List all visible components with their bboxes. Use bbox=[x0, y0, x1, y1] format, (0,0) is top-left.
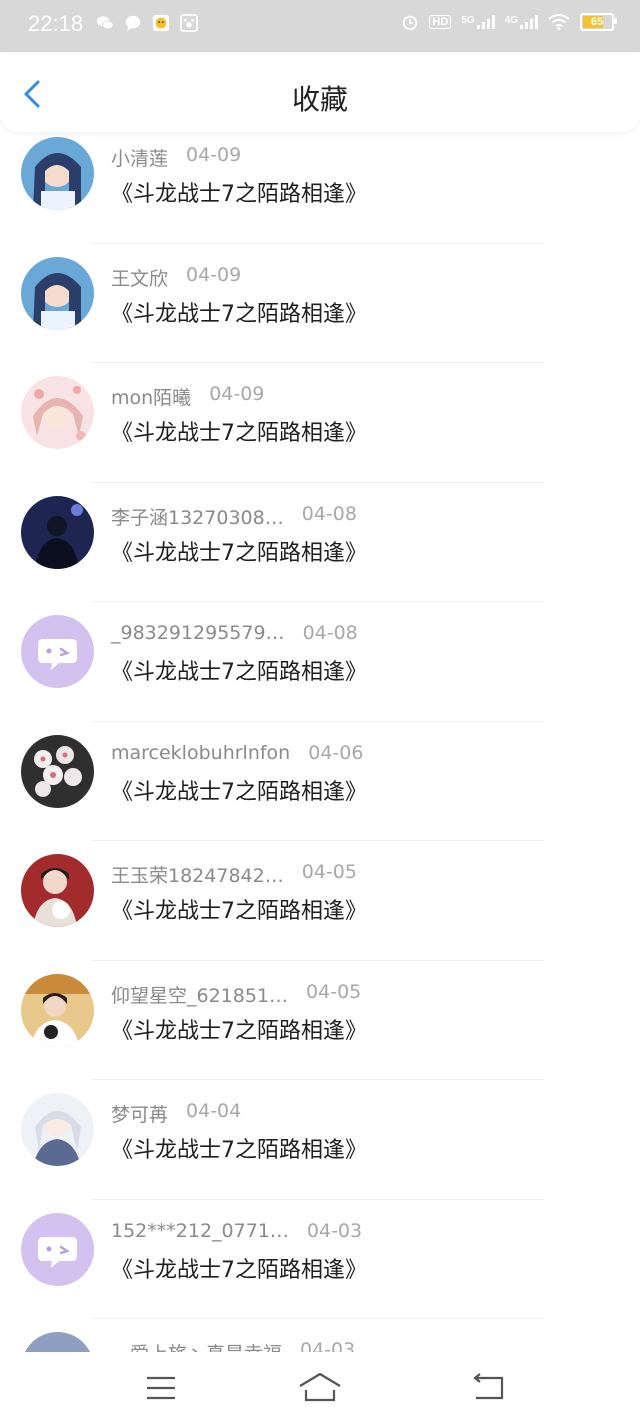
favorite-row[interactable]: marceklobuhrlnfon 04-06 《斗龙战士7之陌路相逢》 bbox=[0, 722, 640, 841]
chat-bubble-icon bbox=[125, 15, 141, 32]
favorite-date: 04-08 bbox=[302, 622, 358, 644]
avatar[interactable] bbox=[21, 973, 94, 1047]
work-title: 《斗龙战士7之陌路相逢》 bbox=[111, 540, 367, 566]
paw-icon bbox=[180, 14, 198, 32]
user-name: _983291295579… bbox=[111, 622, 285, 644]
user-name: 梦可苒 bbox=[111, 1104, 169, 1126]
favorite-row[interactable]: _983291295579… 04-08 《斗龙战士7之陌路相逢》 bbox=[0, 602, 640, 722]
avatar[interactable] bbox=[21, 615, 94, 688]
home-icon[interactable] bbox=[298, 1370, 342, 1406]
user-name: 152***212_0771… bbox=[111, 1219, 289, 1242]
favorites-list[interactable]: 小清莲 04-09 《斗龙战士7之陌路相逢》 王文欣 04-09 《斗龙战士7之陌路相逢》… bbox=[0, 124, 640, 1352]
app-icon bbox=[152, 14, 170, 32]
favorite-date: 04-05 bbox=[301, 861, 357, 883]
work-title: 《斗龙战士7之陌路相逢》 bbox=[111, 301, 367, 327]
user-name: 王玉荣18247842… bbox=[111, 865, 284, 887]
user-name: 一爱上旅丶真是幸福 bbox=[111, 1339, 282, 1352]
favorite-row[interactable]: 李子涵13270308… 04-08 《斗龙战士7之陌路相逢》 bbox=[0, 483, 640, 602]
favorite-row[interactable]: 王玉荣18247842… 04-05 《斗龙战士7之陌路相逢》 bbox=[0, 841, 640, 961]
avatar[interactable] bbox=[21, 137, 94, 210]
5g-signal-icon: 5G bbox=[461, 15, 495, 29]
favorite-date: 04-05 bbox=[306, 980, 362, 1003]
work-title: 《斗龙战士7之陌路相逢》 bbox=[111, 660, 367, 685]
favorite-row[interactable]: 王文欣 04-09 《斗龙战士7之陌路相逢》 bbox=[0, 244, 640, 363]
avatar[interactable] bbox=[21, 495, 94, 569]
bottom-nav bbox=[0, 1352, 640, 1427]
avatar[interactable] bbox=[21, 734, 94, 808]
avatar[interactable] bbox=[21, 1332, 94, 1352]
hd-icon: HD bbox=[429, 15, 452, 29]
user-name: 王文欣 bbox=[111, 267, 169, 290]
avatar[interactable] bbox=[21, 854, 94, 927]
work-title: 《斗龙战士7之陌路相逢》 bbox=[111, 1138, 367, 1163]
wifi-icon bbox=[548, 14, 570, 30]
favorite-row[interactable]: 梦可苒 04-04 《斗龙战士7之陌路相逢》 bbox=[0, 1080, 640, 1200]
user-name: 李子涵13270308… bbox=[111, 506, 284, 529]
favorite-row[interactable]: 小清莲 04-09 《斗龙战士7之陌路相逢》 bbox=[0, 124, 640, 244]
favorite-date: 04-04 bbox=[186, 1100, 242, 1122]
alarm-icon bbox=[403, 15, 418, 31]
user-name: marceklobuhrlnfon bbox=[111, 741, 291, 764]
work-title: 《斗龙战士7之陌路相逢》 bbox=[111, 421, 367, 446]
favorite-date: 04-09 bbox=[209, 383, 265, 405]
avatar[interactable] bbox=[21, 376, 94, 449]
favorite-date: 04-09 bbox=[186, 144, 242, 166]
battery-icon: 65 bbox=[580, 13, 617, 31]
work-title: 《斗龙战士7之陌路相逢》 bbox=[111, 1257, 367, 1283]
favorite-row[interactable]: mon陌曦 04-09 《斗龙战士7之陌路相逢》 bbox=[0, 363, 640, 483]
battery-level: 65 bbox=[590, 16, 604, 28]
favorite-row[interactable]: 仰望星空_621851… 04-05 《斗龙战士7之陌路相逢》 bbox=[0, 961, 640, 1080]
favorite-date: 04-03 bbox=[300, 1339, 356, 1352]
favorite-date: 04-03 bbox=[306, 1219, 363, 1242]
user-name: mon陌曦 bbox=[111, 387, 192, 409]
wechat-icon bbox=[96, 16, 114, 30]
back-icon[interactable] bbox=[470, 1370, 510, 1406]
menu-icon[interactable] bbox=[141, 1370, 181, 1406]
work-title: 《斗龙战士7之陌路相逢》 bbox=[111, 1018, 367, 1044]
user-name: 小清莲 bbox=[111, 148, 169, 170]
favorite-row[interactable]: 一爱上旅丶真是幸福 04-03 bbox=[0, 1319, 640, 1352]
page-title: 收藏 bbox=[291, 83, 348, 116]
avatar[interactable] bbox=[21, 1212, 94, 1286]
avatar[interactable] bbox=[21, 1093, 94, 1166]
favorite-date: 04-06 bbox=[308, 741, 364, 764]
favorite-date: 04-08 bbox=[301, 502, 357, 525]
work-title: 《斗龙战士7之陌路相逢》 bbox=[111, 182, 367, 207]
avatar[interactable] bbox=[21, 256, 94, 330]
favorite-row[interactable]: 152***212_0771… 04-03 《斗龙战士7之陌路相逢》 bbox=[0, 1200, 640, 1319]
page-header: 收藏 bbox=[0, 52, 640, 132]
status-bar: 22:18 HD 5G 4G 65 bbox=[0, 0, 640, 52]
work-title: 《斗龙战士7之陌路相逢》 bbox=[111, 779, 367, 805]
status-time: 22:18 bbox=[28, 11, 84, 36]
user-name: 仰望星空_621851… bbox=[111, 984, 289, 1007]
work-title: 《斗龙战士7之陌路相逢》 bbox=[111, 899, 367, 924]
4g-signal-icon: 4G bbox=[505, 15, 538, 29]
favorite-date: 04-09 bbox=[186, 263, 242, 286]
